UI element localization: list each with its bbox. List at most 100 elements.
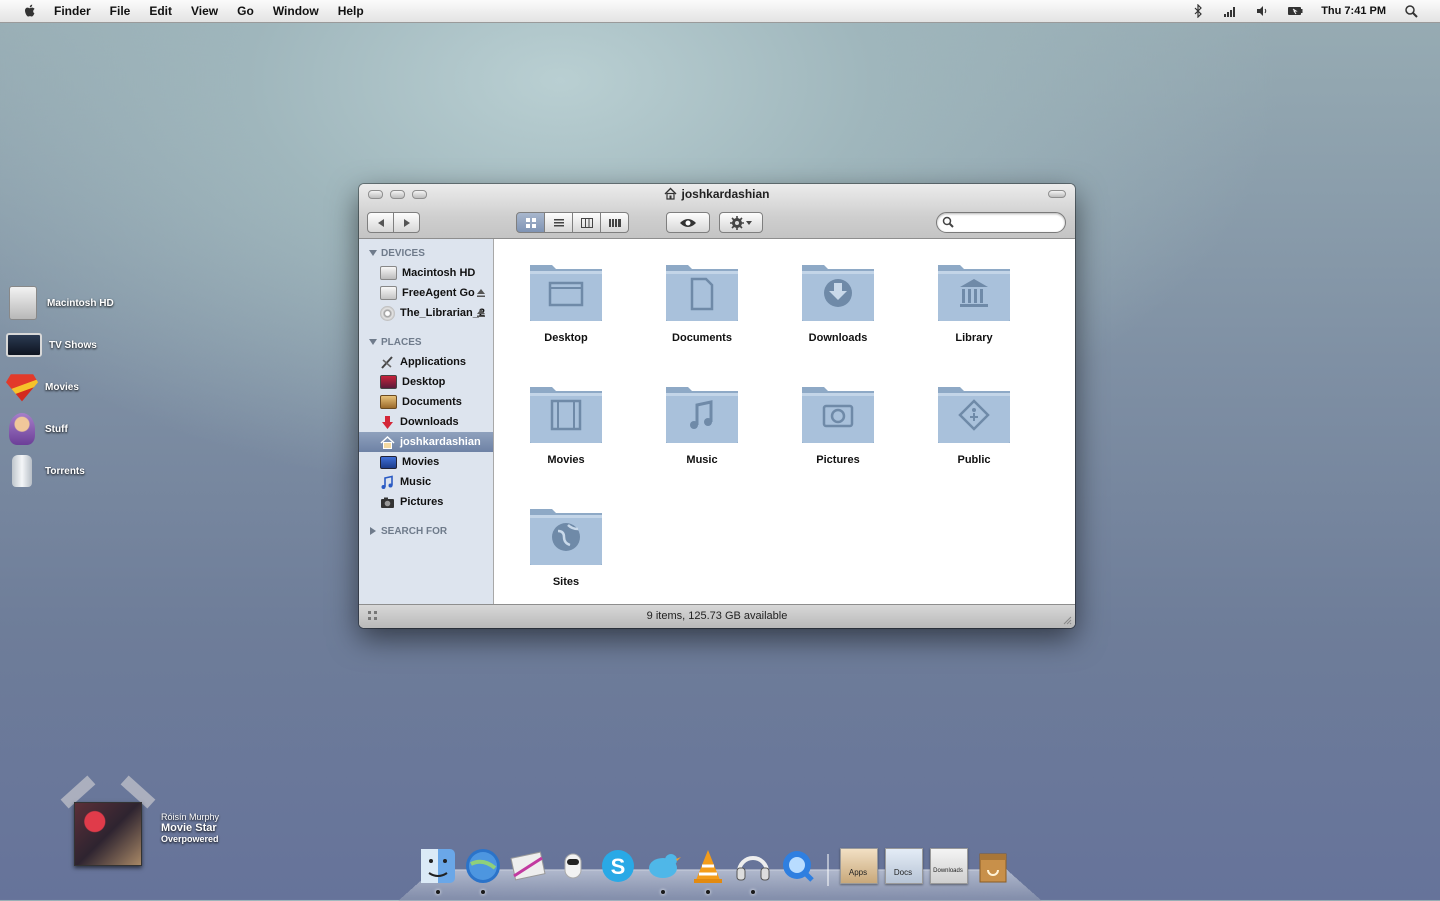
sidebar-item-freeagent-go[interactable]: FreeAgent Go bbox=[359, 283, 493, 303]
track-info: Róisín Murphy Movie Star Overpowered bbox=[161, 812, 219, 844]
finder-icon[interactable] bbox=[418, 846, 458, 894]
folder-desktop[interactable]: Desktop bbox=[528, 255, 604, 377]
volume-icon[interactable] bbox=[1255, 4, 1269, 18]
sidebar-item-pictures[interactable]: Pictures bbox=[359, 492, 493, 512]
jar-icon bbox=[12, 455, 32, 487]
skype-icon[interactable]: S bbox=[598, 846, 638, 886]
back-button[interactable] bbox=[367, 212, 394, 233]
folder-icon bbox=[530, 387, 602, 443]
desktop-icon-macintosh-hd[interactable]: Macintosh HD bbox=[6, 282, 114, 324]
action-menu-button[interactable] bbox=[719, 212, 763, 233]
window-body: DEVICES Macintosh HD FreeAgent Go The_Li… bbox=[359, 239, 1075, 605]
bluetooth-icon[interactable] bbox=[1191, 4, 1205, 18]
back-arrow-icon bbox=[377, 218, 384, 227]
folder-icon bbox=[938, 265, 1010, 321]
clock[interactable]: Thu 7:41 PM bbox=[1321, 5, 1386, 17]
wifi-icon[interactable] bbox=[1223, 4, 1237, 18]
robot-icon[interactable] bbox=[553, 846, 593, 886]
column-view-button[interactable] bbox=[573, 212, 601, 233]
sidebar-item-label: Documents bbox=[402, 396, 462, 408]
music-icon bbox=[381, 475, 393, 489]
quicklook-button[interactable] bbox=[666, 212, 710, 233]
menu-view[interactable]: View bbox=[191, 4, 218, 18]
folder-library[interactable]: Library bbox=[936, 255, 1012, 377]
sidebar-item-documents[interactable]: Documents bbox=[359, 392, 493, 412]
trash-icon[interactable] bbox=[973, 846, 1013, 886]
folder-pictures[interactable]: Pictures bbox=[800, 377, 876, 499]
sidebar-item-label: Movies bbox=[402, 456, 440, 468]
menu-go[interactable]: Go bbox=[237, 4, 254, 18]
sidebar-grip-icon[interactable] bbox=[367, 610, 379, 622]
sidebar-header-search-for[interactable]: SEARCH FOR bbox=[359, 521, 493, 541]
menu-file[interactable]: File bbox=[110, 4, 131, 18]
folder-label: Downloads bbox=[808, 332, 868, 344]
menu-edit[interactable]: Edit bbox=[149, 4, 172, 18]
folder-music[interactable]: Music bbox=[664, 377, 740, 499]
folder-icon bbox=[666, 387, 738, 443]
hard-drive-icon bbox=[9, 286, 37, 320]
desktop-icons: Macintosh HD TV Shows Movies Stuff Torre… bbox=[6, 282, 114, 492]
apple-menu-icon[interactable] bbox=[22, 3, 38, 19]
folder-public[interactable]: Public bbox=[936, 377, 1012, 499]
stack-docs[interactable]: Docs bbox=[883, 842, 923, 886]
sidebar-item-movies[interactable]: Movies bbox=[359, 452, 493, 472]
sidebar-item-applications[interactable]: Applications bbox=[359, 352, 493, 372]
sidebar-item-label: FreeAgent Go bbox=[402, 287, 475, 299]
forward-button[interactable] bbox=[394, 212, 420, 233]
stack-apps[interactable]: Apps bbox=[838, 842, 878, 886]
sidebar-item-label: Downloads bbox=[400, 416, 459, 428]
folder-documents[interactable]: Documents bbox=[664, 255, 740, 377]
folder-label: Library bbox=[955, 332, 993, 344]
sidebar-header-places[interactable]: PLACES bbox=[359, 332, 493, 352]
desktop-icon-tv-shows[interactable]: TV Shows bbox=[6, 324, 114, 366]
search-input[interactable] bbox=[957, 215, 1061, 229]
folder-downloads[interactable]: Downloads bbox=[800, 255, 876, 377]
eject-icon[interactable] bbox=[476, 288, 486, 298]
coverflow-view-button[interactable] bbox=[601, 212, 629, 233]
disclosure-triangle-icon bbox=[369, 339, 377, 345]
folder-label: Documents bbox=[672, 332, 732, 344]
sidebar-item-downloads[interactable]: Downloads bbox=[359, 412, 493, 432]
eject-icon[interactable] bbox=[476, 308, 486, 318]
folder-icon bbox=[666, 265, 738, 321]
window-toolbar: joshkardashian bbox=[359, 184, 1075, 239]
view-switcher bbox=[516, 212, 629, 233]
sidebar-item-the-librarian-2[interactable]: The_Librarian_2 bbox=[359, 303, 493, 323]
sidebar-item-macintosh-hd[interactable]: Macintosh HD bbox=[359, 263, 493, 283]
menu-app-finder[interactable]: Finder bbox=[54, 4, 91, 18]
sidebar-item-music[interactable]: Music bbox=[359, 472, 493, 492]
window-title-text: joshkardashian bbox=[681, 187, 770, 201]
folder-movies[interactable]: Movies bbox=[528, 377, 604, 499]
menu-window[interactable]: Window bbox=[273, 4, 319, 18]
mail-icon[interactable] bbox=[508, 846, 548, 886]
status-bar: 9 items, 125.73 GB available bbox=[359, 604, 1075, 628]
stack-icon bbox=[885, 848, 923, 884]
desktop-icon-torrents[interactable]: Torrents bbox=[6, 450, 114, 492]
twitter-icon[interactable] bbox=[643, 846, 683, 894]
menu-help[interactable]: Help bbox=[338, 4, 364, 18]
resize-handle-icon[interactable] bbox=[1062, 615, 1072, 625]
desktop-icon-movies[interactable]: Movies bbox=[6, 366, 114, 408]
desktop-icon-stuff[interactable]: Stuff bbox=[6, 408, 114, 450]
grid-icon bbox=[525, 217, 536, 228]
sidebar-item-joshkardashian[interactable]: joshkardashian bbox=[359, 432, 493, 452]
safari-icon[interactable] bbox=[463, 846, 503, 894]
sidebar-header-devices[interactable]: DEVICES bbox=[359, 243, 493, 263]
gear-icon bbox=[730, 215, 752, 230]
list-view-button[interactable] bbox=[545, 212, 573, 233]
headphones-icon[interactable] bbox=[733, 846, 773, 894]
vlc-icon[interactable] bbox=[688, 846, 728, 894]
icon-view-button[interactable] bbox=[516, 212, 545, 233]
spotlight-icon[interactable] bbox=[1404, 4, 1418, 18]
sidebar-item-label: Pictures bbox=[400, 496, 444, 508]
disc-icon bbox=[380, 305, 395, 321]
battery-icon[interactable] bbox=[1287, 4, 1303, 18]
search-field[interactable] bbox=[936, 212, 1066, 233]
sidebar-item-desktop[interactable]: Desktop bbox=[359, 372, 493, 392]
quicktime-icon[interactable] bbox=[778, 846, 818, 886]
svg-text:S: S bbox=[611, 854, 626, 879]
folder-label: Pictures bbox=[816, 454, 860, 466]
stack-downloads[interactable]: Downloads bbox=[928, 842, 968, 886]
album-art[interactable] bbox=[74, 802, 142, 866]
folder-sites[interactable]: Sites bbox=[528, 499, 604, 621]
